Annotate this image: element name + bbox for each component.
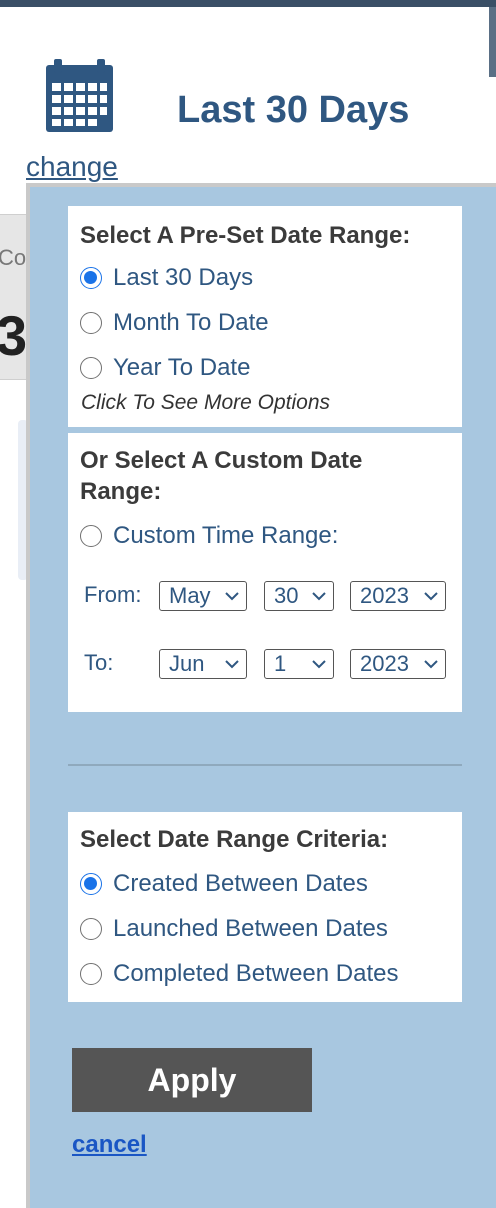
from-day-select[interactable]: 30 [264, 581, 334, 611]
calendar-icon [46, 59, 113, 132]
custom-range-section: Or Select A Custom Date Range: Custom Ti… [68, 433, 462, 712]
change-link[interactable]: change [26, 150, 118, 184]
criteria-option-label: Created Between Dates [113, 870, 368, 897]
window-edge [489, 7, 496, 77]
to-day-select[interactable]: 1 [264, 649, 334, 679]
criteria-option-created[interactable]: Created Between Dates [80, 869, 368, 899]
selected-range-title: Last 30 Days [177, 89, 410, 131]
from-month-select[interactable]: May [159, 581, 247, 611]
criteria-option-completed[interactable]: Completed Between Dates [80, 959, 399, 989]
chevron-down-icon [424, 660, 438, 669]
preset-option-label: Month To Date [113, 309, 269, 336]
section-divider [68, 764, 462, 766]
radio-button[interactable] [80, 918, 102, 940]
radio-button[interactable] [80, 525, 102, 547]
preset-option-month-to-date[interactable]: Month To Date [80, 308, 269, 338]
radio-button[interactable] [80, 963, 102, 985]
chevron-down-icon [312, 660, 326, 669]
chevron-down-icon [225, 660, 239, 669]
preset-range-section: Select A Pre-Set Date Range: Last 30 Day… [68, 206, 462, 427]
select-value: May [169, 583, 211, 608]
select-value: Jun [169, 651, 205, 676]
more-options-link[interactable]: Click To See More Options [81, 390, 330, 416]
preset-option-year-to-date[interactable]: Year To Date [80, 353, 250, 383]
criteria-section: Select Date Range Criteria: Created Betw… [68, 812, 462, 1002]
criteria-option-label: Completed Between Dates [113, 960, 399, 987]
select-value: 2023 [360, 583, 409, 608]
chevron-down-icon [312, 592, 326, 601]
custom-option-label: Custom Time Range: [113, 522, 339, 549]
custom-heading-line1: Or Select A Custom Date [80, 447, 363, 474]
criteria-heading: Select Date Range Criteria: [80, 826, 389, 853]
cancel-link[interactable]: cancel [72, 1130, 147, 1160]
criteria-option-launched[interactable]: Launched Between Dates [80, 914, 388, 944]
radio-button[interactable] [80, 312, 102, 334]
radio-button[interactable] [80, 267, 102, 289]
radio-button[interactable] [80, 357, 102, 379]
preset-option-last-30-days[interactable]: Last 30 Days [80, 263, 253, 293]
from-label: From: [84, 582, 142, 607]
to-month-select[interactable]: Jun [159, 649, 247, 679]
apply-button[interactable]: Apply [72, 1048, 312, 1112]
select-value: 1 [274, 651, 287, 676]
background-value-fragment: 3 [0, 304, 28, 367]
from-year-select[interactable]: 2023 [350, 581, 446, 611]
select-value: 30 [274, 583, 299, 608]
preset-heading: Select A Pre-Set Date Range: [80, 222, 411, 249]
to-year-select[interactable]: 2023 [350, 649, 446, 679]
preset-option-label: Year To Date [113, 354, 251, 381]
custom-heading-line2: Range: [80, 478, 162, 505]
criteria-option-label: Launched Between Dates [113, 915, 388, 942]
top-bar [0, 0, 496, 7]
to-label: To: [84, 650, 114, 675]
preset-option-label: Last 30 Days [113, 264, 254, 291]
chevron-down-icon [225, 592, 239, 601]
custom-time-range-option[interactable]: Custom Time Range: [80, 521, 338, 551]
select-value: 2023 [360, 651, 409, 676]
radio-button[interactable] [80, 873, 102, 895]
chevron-down-icon [424, 592, 438, 601]
background-label-fragment: Co [0, 245, 27, 270]
